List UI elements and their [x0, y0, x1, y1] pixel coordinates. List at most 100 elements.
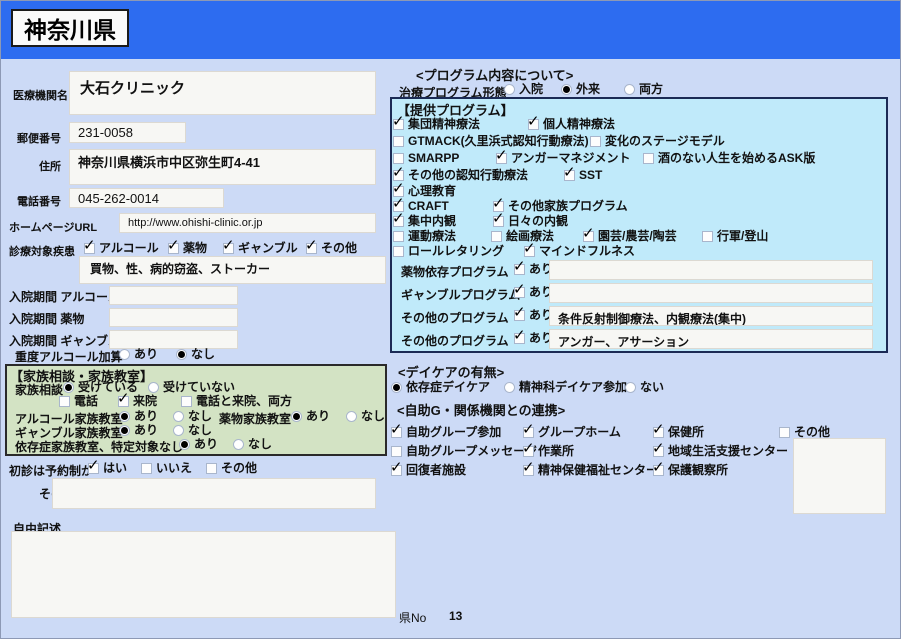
radio[interactable] [291, 411, 302, 422]
checkbox[interactable] [527, 112, 540, 130]
coop-probation-office[interactable]: 保護観察所 [652, 458, 728, 477]
checkbox[interactable] [652, 420, 665, 438]
program-daily-naikan[interactable]: 日々の内観 [492, 209, 568, 228]
radio[interactable] [176, 349, 187, 360]
checkbox[interactable] [391, 446, 402, 457]
coop-group-home[interactable]: グループホーム [522, 420, 621, 439]
daycare-psychiatric[interactable]: 精神科デイケア参加 [504, 381, 627, 394]
coop-self-help-participation[interactable]: 自助グループ参加 [390, 420, 501, 439]
program-ask-version[interactable]: 酒のない人生を始めるASK版 [643, 152, 815, 165]
program-stage-model[interactable]: 変化のステージモデル [590, 135, 725, 148]
free-text-input[interactable] [11, 531, 396, 618]
radio[interactable] [173, 411, 184, 422]
program-form-both[interactable]: 両方 [624, 83, 663, 96]
checkbox[interactable] [222, 236, 235, 254]
checkbox[interactable] [390, 420, 403, 438]
checkbox[interactable] [513, 280, 526, 298]
program-gtmack[interactable]: GTMACK(久里浜式認知行動療法) [393, 135, 589, 148]
family-class-gambling-yes[interactable]: あり [119, 424, 158, 437]
checkbox[interactable] [305, 236, 318, 254]
checkbox[interactable] [390, 458, 403, 476]
url-input[interactable]: http://www.ohishi-clinic.or.jp [119, 213, 376, 233]
severe-alcohol-no[interactable]: なし [176, 348, 215, 361]
checkbox[interactable] [513, 303, 526, 321]
checkbox[interactable] [495, 146, 508, 164]
radio[interactable] [119, 411, 130, 422]
program-form-inpatient[interactable]: 入院 [504, 83, 543, 96]
program-other-family[interactable]: その他家族プログラム [492, 194, 628, 213]
severe-alcohol-yes[interactable]: あり [119, 348, 158, 361]
coop-community-support-center[interactable]: 地域生活支援センター [652, 439, 788, 458]
radio[interactable] [148, 382, 159, 393]
disease-option-gambling[interactable]: ギャンブル [222, 236, 298, 255]
family-class-gambling-no[interactable]: なし [173, 424, 212, 437]
family-method-phone[interactable]: 電話 [59, 395, 98, 408]
program-mindfulness[interactable]: マインドフルネス [523, 239, 635, 258]
first-visit-yes[interactable]: はい [87, 456, 127, 475]
family-consult-not-receiving[interactable]: 受けていない [148, 381, 235, 394]
checkbox[interactable] [652, 439, 665, 457]
disease-option-drug[interactable]: 薬物 [167, 236, 207, 255]
daycare-none[interactable]: ない [625, 381, 664, 394]
checkbox[interactable] [582, 224, 595, 242]
radio[interactable] [119, 425, 130, 436]
postal-input[interactable]: 231-0058 [69, 122, 186, 143]
checkbox[interactable] [83, 236, 96, 254]
stay-alcohol-input[interactable] [109, 286, 238, 305]
radio[interactable] [233, 439, 244, 450]
other-field-input[interactable] [52, 478, 376, 509]
family-class-drug-yes[interactable]: あり [291, 410, 330, 423]
checkbox[interactable] [206, 463, 217, 474]
coop-workshop[interactable]: 作業所 [522, 439, 574, 458]
checkbox[interactable] [392, 209, 405, 227]
drug-program-yes[interactable]: あり [513, 257, 553, 276]
other-program-1-input[interactable]: 条件反射制御療法、内観療法(集中) [549, 306, 873, 326]
radio[interactable] [346, 411, 357, 422]
family-class-drug-no[interactable]: なし [346, 410, 385, 423]
coop-recovery-facility[interactable]: 回復者施設 [390, 458, 466, 477]
program-sst[interactable]: SST [563, 163, 602, 182]
radio[interactable] [119, 349, 130, 360]
coop-other-input[interactable] [793, 438, 886, 514]
program-hiking[interactable]: 行軍/登山 [702, 230, 768, 243]
stay-drug-input[interactable] [109, 308, 238, 327]
phone-input[interactable]: 045-262-0014 [69, 188, 224, 208]
radio[interactable] [173, 425, 184, 436]
family-method-both[interactable]: 電話と来院、両方 [181, 395, 292, 408]
coop-mental-health-welfare-center[interactable]: 精神保健福祉センター [522, 458, 658, 477]
program-individual-psychotherapy[interactable]: 個人精神療法 [527, 112, 615, 131]
radio[interactable] [561, 84, 572, 95]
gambling-program-yes[interactable]: あり [513, 280, 553, 299]
radio[interactable] [179, 439, 190, 450]
program-form-outpatient[interactable]: 外来 [561, 83, 600, 96]
family-class-dependency-no[interactable]: なし [233, 438, 272, 451]
checkbox[interactable] [393, 136, 404, 147]
disease-option-other[interactable]: その他 [305, 236, 357, 255]
radio[interactable] [504, 84, 515, 95]
other-program-2-input[interactable]: アンガー、アサーション [549, 329, 873, 349]
checkbox[interactable] [643, 153, 654, 164]
family-class-alcohol-no[interactable]: なし [173, 410, 212, 423]
checkbox[interactable] [513, 257, 526, 275]
checkbox[interactable] [652, 458, 665, 476]
checkbox[interactable] [393, 231, 404, 242]
radio[interactable] [63, 382, 74, 393]
disease-option-alcohol[interactable]: アルコール [83, 236, 159, 255]
family-class-alcohol-yes[interactable]: あり [119, 410, 158, 423]
checkbox[interactable] [87, 456, 100, 474]
gambling-program-input[interactable] [549, 283, 873, 303]
program-group-psychotherapy[interactable]: 集団精神療法 [392, 112, 480, 131]
checkbox[interactable] [590, 136, 601, 147]
radio[interactable] [391, 382, 402, 393]
checkbox[interactable] [702, 231, 713, 242]
checkbox[interactable] [117, 389, 130, 407]
drug-program-input[interactable] [549, 260, 873, 280]
checkbox[interactable] [392, 112, 405, 130]
other-program-2-yes[interactable]: あり [513, 326, 553, 345]
checkbox[interactable] [141, 463, 152, 474]
family-method-visit[interactable]: 来院 [117, 389, 157, 408]
checkbox[interactable] [59, 396, 70, 407]
checkbox[interactable] [563, 163, 576, 181]
checkbox[interactable] [522, 439, 535, 457]
address-input[interactable]: 神奈川県横浜市中区弥生町4-41 [69, 149, 376, 185]
